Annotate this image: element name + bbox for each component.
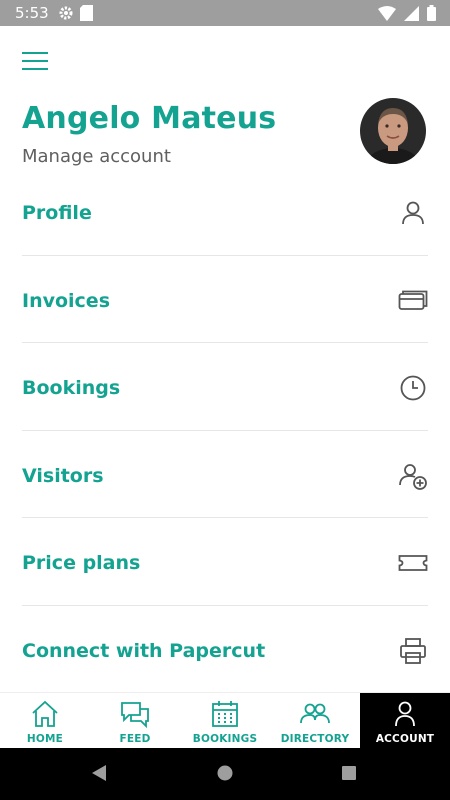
home-circle-icon xyxy=(217,765,233,781)
account-menu-list: Profile Invoices Bookings Visitors Price… xyxy=(22,168,428,694)
menu-item-label: Profile xyxy=(22,202,92,224)
menu-item-connect-papercut[interactable]: Connect with Papercut xyxy=(22,606,428,694)
person-icon xyxy=(398,198,428,228)
tab-bookings[interactable]: BOOKINGS xyxy=(180,693,270,748)
battery-icon xyxy=(427,5,436,21)
hamburger-menu-button[interactable] xyxy=(22,50,50,72)
avatar[interactable] xyxy=(360,98,426,164)
clock-icon xyxy=(398,373,428,403)
tab-label: DIRECTORY xyxy=(280,733,350,745)
tab-label: HOME xyxy=(26,733,64,745)
tab-account[interactable]: ACCOUNT xyxy=(360,693,450,748)
hamburger-icon xyxy=(22,52,48,70)
calendar-icon xyxy=(210,700,240,728)
menu-item-price-plans[interactable]: Price plans xyxy=(22,518,428,606)
menu-item-invoices[interactable]: Invoices xyxy=(22,256,428,344)
user-name: Angelo Mateus xyxy=(22,101,277,136)
menu-item-label: Price plans xyxy=(22,552,141,575)
menu-item-profile[interactable]: Profile xyxy=(22,168,428,256)
ticket-icon xyxy=(398,548,428,578)
back-button[interactable] xyxy=(90,763,108,788)
chat-icon xyxy=(120,700,150,729)
tab-label: BOOKINGS xyxy=(192,733,258,745)
menu-item-label: Invoices xyxy=(22,289,111,312)
sd-card-icon xyxy=(80,5,93,21)
menu-item-bookings[interactable]: Bookings xyxy=(22,343,428,431)
home-button[interactable] xyxy=(216,763,234,788)
recents-button[interactable] xyxy=(340,763,358,788)
menu-item-label: Visitors xyxy=(22,464,104,487)
status-bar: 5:53 xyxy=(0,0,450,26)
home-icon xyxy=(30,700,60,728)
people-icon xyxy=(300,700,330,728)
bottom-navigation: HOME FEED BOOKINGS DIRECTORY ACCOUNT xyxy=(0,692,450,748)
add-person-icon xyxy=(398,461,428,491)
back-triangle-icon xyxy=(92,765,106,781)
system-navigation-bar xyxy=(0,748,450,800)
printer-icon xyxy=(398,636,428,666)
manage-account-subtitle: Manage account xyxy=(22,146,171,167)
wallet-icon xyxy=(398,286,428,316)
signal-icon xyxy=(404,5,419,21)
settings-gear-icon xyxy=(58,5,74,21)
tab-label: ACCOUNT xyxy=(375,733,435,745)
tab-directory[interactable]: DIRECTORY xyxy=(270,693,360,748)
menu-item-label: Bookings xyxy=(22,377,121,400)
tab-home[interactable]: HOME xyxy=(0,693,90,748)
status-time: 5:53 xyxy=(15,4,49,22)
recents-square-icon xyxy=(342,766,356,780)
wifi-icon xyxy=(378,5,396,21)
person-icon xyxy=(390,700,420,728)
menu-item-label: Connect with Papercut xyxy=(22,639,266,662)
menu-item-visitors[interactable]: Visitors xyxy=(22,431,428,519)
tab-feed[interactable]: FEED xyxy=(90,693,180,748)
tab-label: FEED xyxy=(119,733,151,745)
